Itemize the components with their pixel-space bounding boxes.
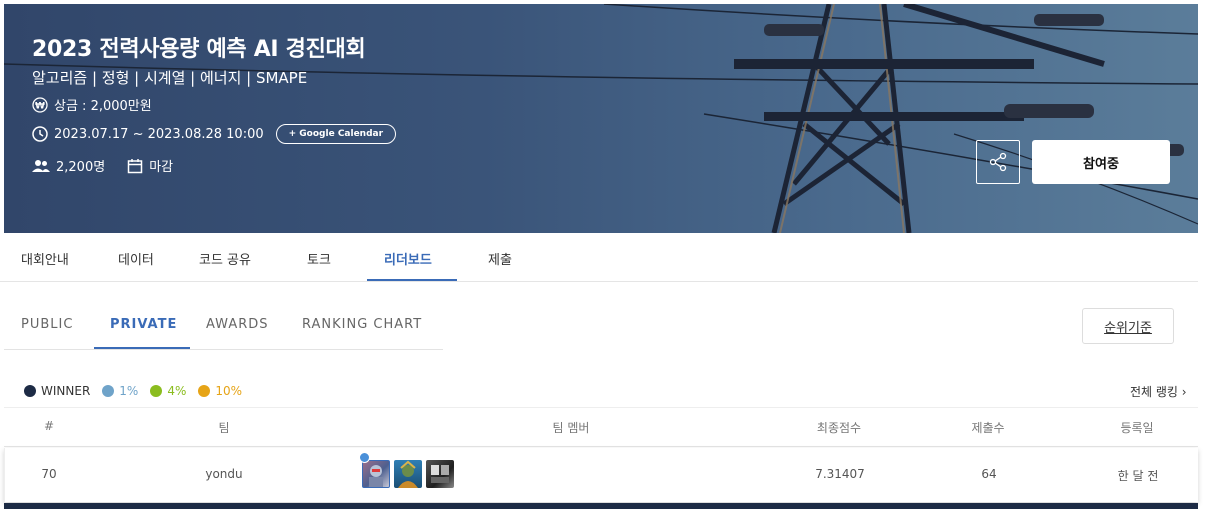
subtab-public[interactable]: PUBLIC [21, 317, 73, 332]
prize-row: ₩ 상금 : 2,000만원 [32, 95, 152, 114]
table-row[interactable]: 70 yondu 7.31407 64 한 달 전 [4, 448, 1198, 502]
col-members: 팀 멤버 [552, 421, 590, 435]
member-avatar[interactable] [426, 460, 454, 488]
tab-talk[interactable]: 토크 [307, 249, 331, 268]
legend-top-10: 10% [198, 384, 242, 398]
tab-code-share[interactable]: 코드 공유 [199, 249, 251, 268]
row-registered: 한 달 전 [1117, 469, 1159, 483]
meta-row: 2,200명 마감 [32, 156, 173, 175]
legend-label: 4% [167, 384, 187, 398]
active-subtab-indicator [94, 347, 190, 349]
tab-submit[interactable]: 제출 [488, 249, 512, 268]
full-ranking-link[interactable]: 전체 랭킹 › [1130, 383, 1187, 400]
col-team: 팀 [218, 421, 230, 435]
team-members [362, 460, 458, 488]
clock-icon [32, 126, 48, 142]
subtab-ranking-chart[interactable]: RANKING CHART [302, 317, 422, 332]
google-calendar-button[interactable]: + Google Calendar [275, 124, 397, 144]
subtab-awards[interactable]: AWARDS [206, 317, 269, 332]
row-rank: 70 [41, 467, 57, 481]
competition-tags: 알고리즘 | 정형 | 시계열 | 에너지 | SMAPE [32, 69, 308, 87]
top4-dot-icon [150, 385, 163, 397]
share-button[interactable] [976, 140, 1020, 184]
period-text: 2023.07.17 ~ 2023.08.28 10:00 [54, 126, 264, 142]
tab-overview[interactable]: 대회안내 [21, 249, 69, 268]
top1-dot-icon [102, 385, 115, 397]
main-tab-bar: 대회안내 데이터 코드 공유 토크 리더보드 제출 [0, 233, 1198, 282]
competition-status: 마감 [149, 160, 174, 175]
competition-title: 2023 전력사용량 예측 AI 경진대회 [32, 37, 366, 62]
row-submissions: 64 [981, 467, 997, 481]
leaderboard-header: # 팀 팀 멤버 최종점수 제출수 등록일 [4, 407, 1198, 447]
legend-winner: WINNER [24, 384, 90, 398]
join-button[interactable]: 참여중 [1032, 140, 1170, 184]
character-icon [369, 465, 383, 487]
legend-top-4: 4% [150, 384, 186, 398]
competition-banner: 2023 전력사용량 예측 AI 경진대회 알고리즘 | 정형 | 시계열 | … [4, 4, 1198, 233]
svg-text:₩: ₩ [35, 101, 45, 111]
calendar-icon [127, 158, 143, 173]
character-icon [431, 465, 449, 483]
legend-label: 1% [119, 384, 139, 398]
member-avatar[interactable] [394, 460, 422, 488]
team-leader-badge-icon [359, 452, 370, 463]
prize-text: 상금 : 2,000만원 [54, 99, 152, 114]
col-submissions: 제출수 [971, 421, 1005, 435]
row-final-score: 7.31407 [815, 467, 865, 481]
legend-label: WINNER [41, 384, 91, 398]
leaderboard-sub-tabs: PUBLIC PRIVATE AWARDS RANKING CHART [4, 300, 443, 350]
subtab-private[interactable]: PRIVATE [110, 317, 177, 332]
member-avatar[interactable] [362, 460, 390, 488]
next-row-edge [4, 503, 1198, 509]
tab-data[interactable]: 데이터 [118, 249, 154, 268]
rank-legend: WINNER 1% 4% 10% [24, 384, 254, 398]
row-team-name[interactable]: yondu [205, 467, 242, 481]
share-icon [989, 152, 1007, 172]
winner-dot-icon [24, 385, 36, 397]
character-icon [398, 460, 418, 488]
participants-count: 2,200명 [56, 160, 106, 175]
col-rank: # [43, 419, 55, 433]
col-final-score: 최종점수 [816, 421, 862, 435]
won-icon: ₩ [32, 96, 48, 113]
tab-leaderboard[interactable]: 리더보드 [384, 249, 432, 268]
col-registered: 등록일 [1120, 421, 1154, 435]
rank-criteria-button[interactable]: 순위기준 [1082, 308, 1174, 344]
active-tab-indicator [367, 279, 457, 281]
legend-label: 10% [215, 384, 243, 398]
period-row: 2023.07.17 ~ 2023.08.28 10:00 + Google C… [32, 124, 397, 144]
legend-top-1: 1% [102, 384, 138, 398]
top10-dot-icon [198, 385, 211, 397]
people-icon [32, 159, 50, 172]
